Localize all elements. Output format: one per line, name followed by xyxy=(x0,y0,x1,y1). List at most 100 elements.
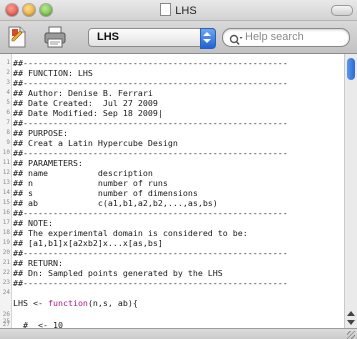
code-line: 23 ##------------------------------------… xyxy=(0,278,345,288)
print-icon[interactable] xyxy=(43,25,66,49)
code-line: 21 ## RETURN: xyxy=(0,258,345,268)
code-text: ##--------------------------------------… xyxy=(13,208,288,218)
line-number: 17 xyxy=(2,219,10,226)
code-text: ## [a1,b1]x[a2xb2]x...x[as,bs] xyxy=(13,238,163,248)
line-number: 26 xyxy=(2,311,10,318)
line-number: 27 xyxy=(2,321,10,328)
code-line: 25 LHS <- function(n,s, ab){ xyxy=(0,298,345,325)
code-line: 18 ## The experimental domain is consider… xyxy=(0,228,345,238)
code-line: 14 ## s number of dimensions xyxy=(0,188,345,198)
resize-grip-icon[interactable] xyxy=(347,331,355,339)
line-number: 5 xyxy=(6,99,10,106)
line-number: 10 xyxy=(2,149,10,156)
code-line: 8 ## PURPOSE: xyxy=(0,128,345,138)
scroll-down-arrow-icon[interactable] xyxy=(347,320,355,325)
line-number: 8 xyxy=(6,129,10,136)
line-number: 21 xyxy=(2,259,10,266)
code-line: 19 ## [a1,b1]x[a2xb2]x...x[as,bs] xyxy=(0,238,345,248)
function-keyword: function xyxy=(47,298,88,308)
window-title-text: LHS xyxy=(175,5,197,17)
code-line: 17 ## NOTE: xyxy=(0,218,345,228)
function-selector[interactable]: LHS xyxy=(88,28,216,49)
code-text: ## Date Created: Jul 27 2009 xyxy=(13,98,158,108)
document-icon xyxy=(160,3,172,16)
code-text: ## Dn: Sampled points generated by the L… xyxy=(13,268,223,278)
line-number: 1 xyxy=(6,59,10,66)
line-number: 12 xyxy=(2,169,10,176)
code-line: 7 ##-------------------------------------… xyxy=(0,118,345,128)
code-text: ## FUNCTION: LHS xyxy=(13,68,93,78)
line-number: 20 xyxy=(2,249,10,256)
title-bar: LHS xyxy=(0,0,357,21)
line-number: 24 xyxy=(2,289,10,296)
line-number: 23 xyxy=(2,279,10,286)
code-text: ## PARAMETERS: xyxy=(13,158,83,168)
line-number: 19 xyxy=(2,239,10,246)
status-bar xyxy=(0,328,357,339)
toolbar-toggle-button[interactable] xyxy=(331,5,353,16)
code-line: 20 ##------------------------------------… xyxy=(0,248,345,258)
code-line: 4 ## Author: Denise B. Ferrari xyxy=(0,88,345,98)
code-line: 26 xyxy=(0,310,345,320)
scroll-up-arrow-icon[interactable] xyxy=(347,311,355,316)
line-number: 11 xyxy=(2,159,10,166)
code-text: ##--------------------------------------… xyxy=(13,148,288,158)
code-text: ## Creat a Latin Hypercube Design xyxy=(13,138,178,148)
help-search-placeholder: Help search xyxy=(245,31,304,43)
help-search-input[interactable]: Help search xyxy=(222,28,350,47)
code-line: 1 ##-------------------------------------… xyxy=(0,58,345,68)
code-text: ## RETURN: xyxy=(13,258,63,268)
code-text: ## n number of runs xyxy=(13,178,168,188)
vertical-scrollbar[interactable] xyxy=(344,54,357,328)
code-text: ## NOTE: xyxy=(13,218,53,228)
code-text: ## Author: Denise B. Ferrari xyxy=(13,88,153,98)
code-text: LHS <- function(n,s, ab){ xyxy=(13,298,138,308)
code-line: 9 ## Creat a Latin Hypercube Design xyxy=(0,138,345,148)
code-line: 13 ## n number of runs xyxy=(0,178,345,188)
line-number: 7 xyxy=(6,119,10,126)
line-number: 14 xyxy=(2,189,10,196)
code-line: 27 # <- 10 xyxy=(0,320,345,328)
code-text: ##--------------------------------------… xyxy=(13,118,288,128)
scrollbar-thumb[interactable] xyxy=(347,58,355,80)
line-number: 13 xyxy=(2,179,10,186)
line-number: 9 xyxy=(6,139,10,146)
code-line: 3 ##-------------------------------------… xyxy=(0,78,345,88)
line-number: 15 xyxy=(2,199,10,206)
code-text: ## name description xyxy=(13,168,153,178)
code-text: ##--------------------------------------… xyxy=(13,78,288,88)
code-line: 16 ##------------------------------------… xyxy=(0,208,345,218)
search-icon xyxy=(229,31,243,46)
code-editor[interactable]: 1 ##-------------------------------------… xyxy=(0,54,357,328)
editor-window: LHS LHS Help search 1 ##----------------… xyxy=(0,0,357,339)
code-line: 12 ## name description xyxy=(0,168,345,178)
toolbar: LHS Help search xyxy=(0,21,357,54)
edit-icon[interactable] xyxy=(6,25,28,49)
function-selector-value: LHS xyxy=(97,31,119,43)
code-text: ##--------------------------------------… xyxy=(13,278,288,288)
chevron-updown-icon xyxy=(200,28,216,49)
code-line: 5 ## Date Created: Jul 27 2009 xyxy=(0,98,345,108)
code-text: ## Date Modified: Sep 18 2009| xyxy=(13,108,163,118)
line-number: 2 xyxy=(6,69,10,76)
code-line: 10 ##------------------------------------… xyxy=(0,148,345,158)
line-number: 6 xyxy=(6,109,10,116)
code-line: 24 xyxy=(0,288,345,298)
code-text: ## ab c(a1,b1,a2,b2,...,as,bs) xyxy=(13,198,218,208)
code-line: 15 ## ab c(a1,b1,a2,b2,...,as,bs) xyxy=(0,198,345,208)
code-text: # <- 10 xyxy=(13,320,63,328)
code-text: ## The experimental domain is considered… xyxy=(13,228,248,238)
line-number: 3 xyxy=(6,79,10,86)
code-line: 22 ## Dn: Sampled points generated by the… xyxy=(0,268,345,278)
window-title: LHS xyxy=(0,3,357,17)
code-text: ##--------------------------------------… xyxy=(13,248,288,258)
code-text: ## PURPOSE: xyxy=(13,128,68,138)
line-number: 22 xyxy=(2,269,10,276)
code-line: 6 ## Date Modified: Sep 18 2009| xyxy=(0,108,345,118)
code-text: ##--------------------------------------… xyxy=(13,58,288,68)
line-number: 4 xyxy=(6,89,10,96)
line-number: 18 xyxy=(2,229,10,236)
line-number: 16 xyxy=(2,209,10,216)
code-line: 2 ## FUNCTION: LHS xyxy=(0,68,345,78)
code-text: ## s number of dimensions xyxy=(13,188,198,198)
